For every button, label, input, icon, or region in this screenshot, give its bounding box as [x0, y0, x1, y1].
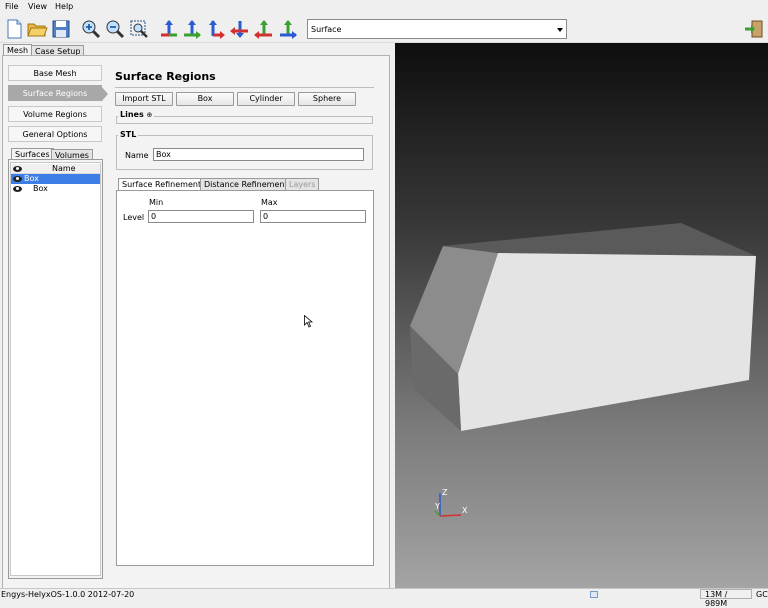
exit-icon[interactable]: [743, 18, 765, 40]
nav-surface-regions[interactable]: Surface Regions: [8, 85, 108, 102]
max-level-field[interactable]: 0: [260, 210, 366, 223]
surface-tree: Name Box Box: [10, 162, 101, 576]
name-label: Name: [125, 151, 149, 160]
view-axis-icon[interactable]: [277, 18, 299, 40]
view-axis-icon[interactable]: [229, 18, 251, 40]
divider: [115, 87, 374, 88]
view-axis-icon[interactable]: [205, 18, 227, 40]
tree-header: Name: [11, 164, 100, 174]
page-title: Surface Regions: [115, 70, 216, 83]
max-label: Max: [261, 198, 278, 207]
new-file-icon[interactable]: [3, 18, 25, 40]
zoom-out-icon[interactable]: [104, 18, 126, 40]
min-level-field[interactable]: 0: [148, 210, 254, 223]
tree-header-name: Name: [52, 164, 76, 173]
zoom-in-icon[interactable]: [80, 18, 102, 40]
menu-help[interactable]: Help: [55, 2, 73, 11]
tree-row[interactable]: Box: [11, 184, 100, 194]
axis-y-label: Y: [435, 502, 440, 511]
chevron-down-icon: [557, 28, 563, 32]
lines-group-title[interactable]: Lines ⊕: [118, 110, 155, 119]
tree-row-label: Box: [33, 184, 48, 193]
tab-surface-refinement[interactable]: Surface Refinement: [118, 178, 206, 190]
tree-row-label: Box: [24, 174, 39, 183]
view-axis-icon[interactable]: [181, 18, 203, 40]
visibility-eye-icon[interactable]: [13, 176, 22, 182]
add-cylinder-button[interactable]: Cylinder: [237, 92, 295, 106]
name-field[interactable]: Box: [153, 148, 364, 161]
tab-layers: Layers: [285, 178, 320, 190]
view-mode-value: Surface: [311, 25, 342, 34]
version-text: Engys-HelyxOS-1.0.0 2012-07-20: [1, 590, 135, 599]
memory-indicator: 13M / 989M: [700, 589, 752, 608]
console-icon[interactable]: [590, 591, 598, 598]
mouse-cursor-icon: [304, 315, 314, 328]
3d-viewport[interactable]: Z Y X: [395, 43, 768, 588]
axis-triad-icon: [434, 493, 462, 517]
gc-button[interactable]: GC: [756, 590, 768, 599]
menu-bar: File View Help: [0, 0, 768, 15]
stl-group-title: STL: [118, 130, 139, 139]
tab-distance-refinement[interactable]: Distance Refinement: [200, 178, 292, 190]
add-box-button[interactable]: Box: [176, 92, 234, 106]
view-axis-icon[interactable]: [158, 18, 180, 40]
menu-view[interactable]: View: [28, 2, 47, 11]
lines-label: Lines: [120, 110, 144, 119]
view-axis-icon[interactable]: [253, 18, 275, 40]
surface-refinement-panel: [116, 190, 374, 566]
open-folder-icon[interactable]: [26, 18, 48, 40]
eye-icon: [13, 166, 22, 172]
visibility-eye-icon[interactable]: [13, 186, 22, 192]
view-mode-select[interactable]: Surface: [307, 19, 567, 39]
lines-group: [116, 116, 373, 124]
nav-volume-regions[interactable]: Volume Regions: [8, 106, 102, 122]
min-label: Min: [149, 198, 164, 207]
zoom-fit-icon[interactable]: [128, 18, 150, 40]
add-sphere-button[interactable]: Sphere: [298, 92, 356, 106]
import-stl-button[interactable]: Import STL: [115, 92, 173, 106]
save-icon[interactable]: [50, 18, 72, 40]
menu-file[interactable]: File: [5, 2, 18, 11]
nav-base-mesh[interactable]: Base Mesh: [8, 65, 102, 81]
expand-icon[interactable]: ⊕: [147, 111, 153, 119]
status-bar: Engys-HelyxOS-1.0.0 2012-07-20 13M / 989…: [0, 588, 768, 608]
level-label: Level: [123, 213, 145, 222]
axis-x-label: X: [462, 506, 468, 515]
axis-z-label: Z: [442, 488, 448, 497]
tree-row[interactable]: Box: [11, 174, 100, 184]
nav-general-options[interactable]: General Options: [8, 126, 102, 142]
